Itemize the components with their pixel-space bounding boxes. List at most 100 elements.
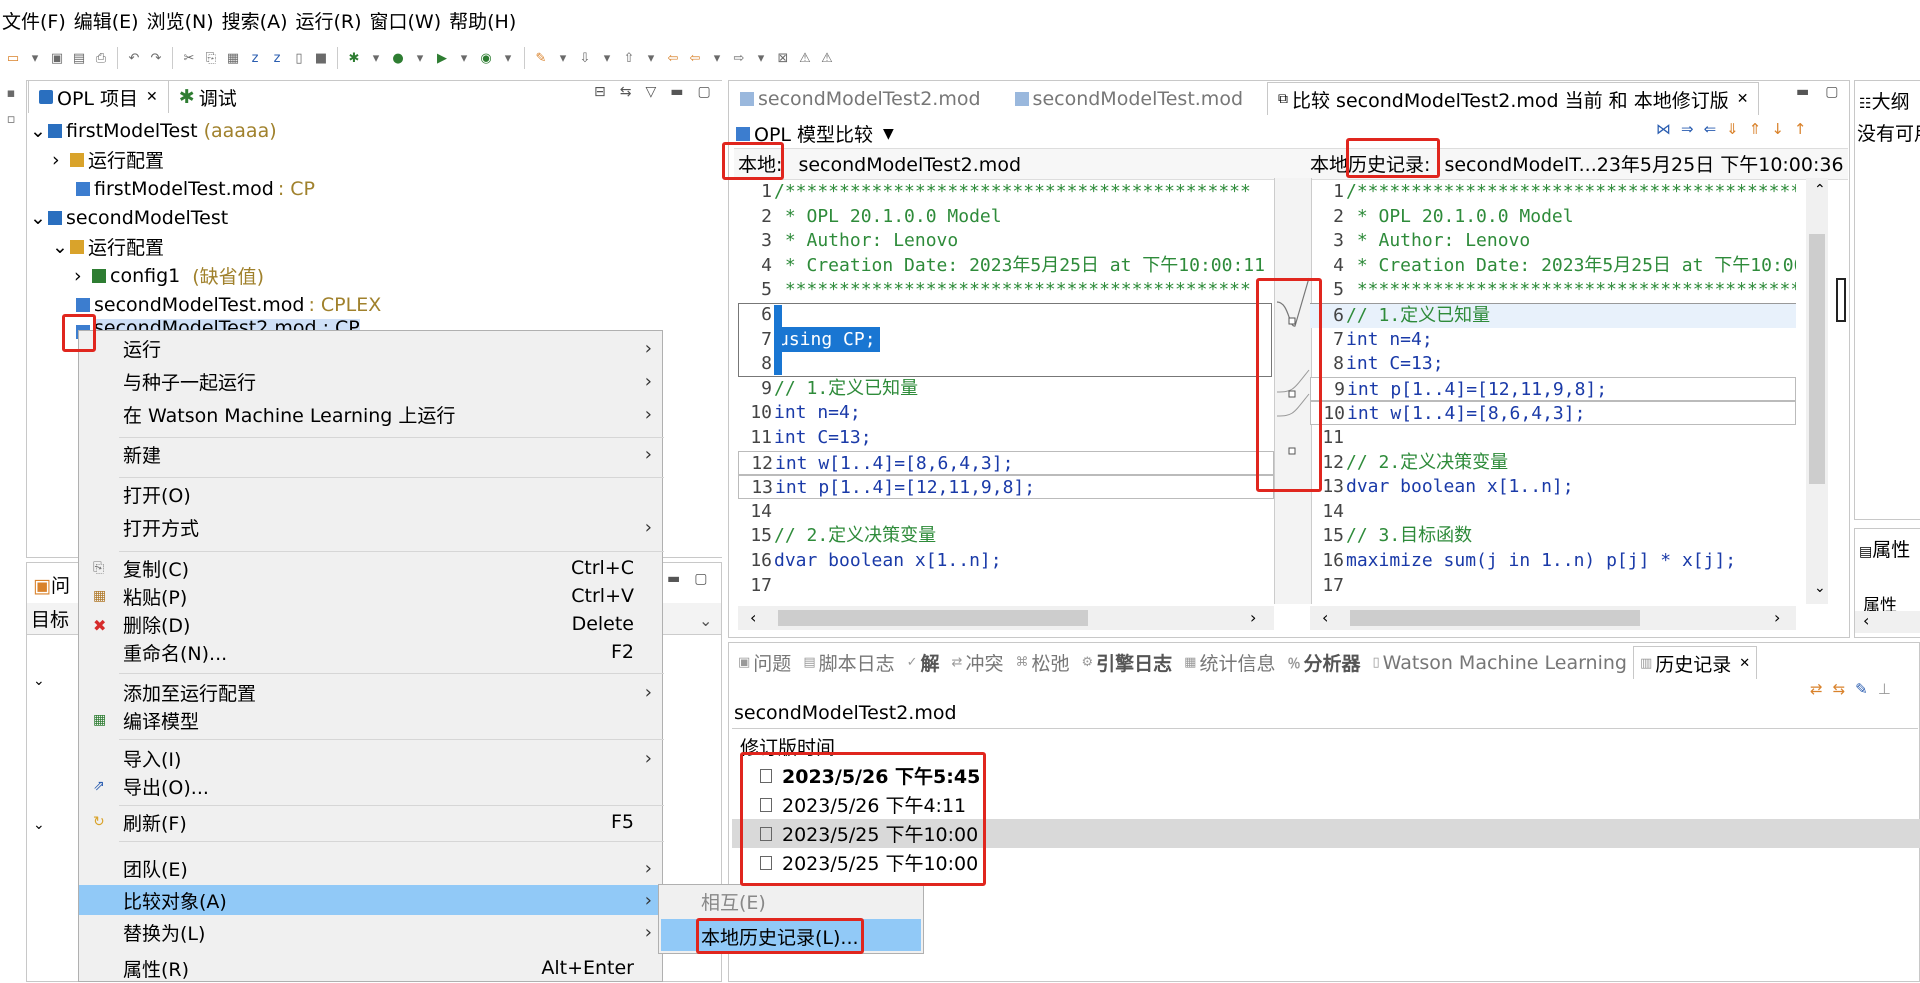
menu-item-new[interactable]: 新建 ›	[79, 439, 662, 469]
menu-item-run-seed[interactable]: 与种子一起运行 ›	[79, 366, 662, 396]
chevron-right-icon[interactable]: ›	[74, 265, 92, 287]
dropdown-icon[interactable]: ▾	[26, 49, 44, 67]
menu-item-run[interactable]: 运行 ›	[79, 333, 662, 363]
run-config-icon[interactable]: ▶	[433, 49, 451, 67]
tab-bottom-2[interactable]: ✓ 解	[901, 647, 946, 679]
menu-item-refresh[interactable]: ↻ 刷新(F) F5	[79, 807, 662, 837]
copy-all-right-icon[interactable]: ⇒	[1681, 120, 1694, 138]
menu-item-properties[interactable]: 属性(R) Alt+Enter	[79, 953, 662, 983]
menu-item-rename[interactable]: 重命名(N)... F2	[79, 637, 662, 667]
chevron-down-icon[interactable]: ⌄	[30, 207, 48, 229]
menu-item-compile[interactable]: ▦ 编译模型	[79, 705, 662, 735]
dropdown-icon[interactable]: ▾	[642, 49, 660, 67]
chevron-up-icon[interactable]: ⌃	[1814, 182, 1826, 198]
maximize-icon[interactable]: ▢	[697, 84, 710, 100]
cut-icon[interactable]: ✂	[180, 49, 198, 67]
print-icon[interactable]: ⎙	[92, 49, 110, 67]
maximize-icon[interactable]: ▢	[1825, 84, 1838, 100]
sort-za-icon[interactable]: z	[268, 49, 286, 67]
next-annotation-icon[interactable]: ⇩	[576, 49, 594, 67]
tree-project-second[interactable]: ⌄ secondModelTest	[30, 203, 720, 232]
tab-bottom-7[interactable]: ％分析器	[1281, 647, 1366, 679]
sort-az-icon[interactable]: z	[246, 49, 264, 67]
dropdown-icon[interactable]: ▼	[883, 126, 894, 142]
menu-search[interactable]: 搜索(A)	[222, 7, 288, 34]
close-icon[interactable]: ✕	[1739, 656, 1750, 671]
tab-bottom-0[interactable]: ▣ 问题	[732, 647, 797, 679]
last-edit-icon[interactable]: ⇦	[664, 49, 682, 67]
minimize-icon[interactable]: ▬	[1796, 84, 1809, 100]
vertical-scrollbar[interactable]: ⌃ ⌄	[1806, 178, 1828, 604]
next-diff-icon[interactable]: ⇓	[1726, 120, 1739, 138]
compare-mode-icon[interactable]: ✎	[1855, 680, 1868, 698]
collapse-all-icon[interactable]: ⊟	[594, 84, 606, 100]
block-icon[interactable]: ▯	[290, 49, 308, 67]
menu-item-open[interactable]: 打开(O)	[79, 479, 662, 509]
tree-run-config-first[interactable]: › 运行配置	[30, 145, 720, 174]
dropdown-icon[interactable]: ▾	[499, 49, 517, 67]
redo-icon[interactable]: ↷	[147, 49, 165, 67]
tree-config1[interactable]: › config1 (缺省值)	[30, 261, 720, 290]
tab-bottom-6[interactable]: ▦ 统计信息	[1178, 647, 1281, 679]
dropdown-icon[interactable]: ▾	[752, 49, 770, 67]
tool-icon[interactable]: ⚠	[796, 49, 814, 67]
chevron-down-icon[interactable]: ⌄	[699, 611, 712, 630]
menu-item-copy[interactable]: ⎘ 复制(C) Ctrl+C	[79, 553, 662, 583]
scrollbar-thumb[interactable]	[778, 610, 1088, 626]
menu-item-export[interactable]: ⇗ 导出(O)...	[79, 771, 662, 801]
menu-item-open-with[interactable]: 打开方式 ›	[79, 512, 662, 542]
prev-annotation-icon[interactable]: ⇧	[620, 49, 638, 67]
pin-editor-icon[interactable]: ⊠	[774, 49, 792, 67]
ignore-whitespace-icon[interactable]: ⋈	[1656, 120, 1671, 138]
chevron-down-icon[interactable]: ⌄	[33, 817, 45, 833]
tool2-icon[interactable]: ⚠	[818, 49, 836, 67]
right-code-pane[interactable]: 1/**************************************…	[1310, 178, 1796, 604]
tree-file-second[interactable]: secondModelTest.mod : CPLEX	[30, 290, 720, 319]
group-icon[interactable]: ⇆	[1833, 680, 1846, 698]
menu-edit[interactable]: 编辑(E)	[74, 7, 139, 34]
minimize-icon[interactable]: ▬	[670, 84, 683, 100]
dropdown-icon[interactable]: ▾	[708, 49, 726, 67]
dropdown-icon[interactable]: ▾	[367, 49, 385, 67]
chevron-left-icon[interactable]: ‹	[1322, 608, 1328, 627]
restore-icon[interactable]: ▪	[2, 84, 20, 102]
chevron-right-icon[interactable]: ›	[52, 149, 70, 171]
scrollbar-thumb[interactable]	[1809, 234, 1825, 484]
tab-bottom-3[interactable]: ⇄ 冲突	[946, 647, 1010, 679]
close-icon[interactable]: ✕	[146, 89, 158, 105]
link-editor-icon[interactable]: ⇆	[620, 84, 632, 100]
menu-window[interactable]: 窗口(W)	[370, 7, 442, 34]
external-tools-icon[interactable]: ◉	[477, 49, 495, 67]
menu-navigate[interactable]: 浏览(N)	[147, 7, 214, 34]
copy-icon[interactable]: ⎘	[202, 49, 220, 67]
tab-bottom-9[interactable]: ▥ 历史记录 ✕	[1632, 646, 1758, 679]
submenu-item-each-other[interactable]: 相互(E)	[701, 888, 766, 915]
back-icon[interactable]: ⇦	[686, 49, 704, 67]
menu-run[interactable]: 运行(R)	[295, 7, 361, 34]
tree-file-first[interactable]: firstModelTest.mod : CP	[30, 174, 720, 203]
new-icon[interactable]: ▭	[4, 49, 22, 67]
right-horizontal-scrollbar[interactable]: ‹ ›	[1310, 606, 1796, 630]
prev-change-icon[interactable]: ↑	[1794, 120, 1807, 138]
close-icon[interactable]: ✕	[1737, 91, 1749, 107]
scrollbar-thumb[interactable]	[1350, 610, 1640, 626]
menu-item-add-run-config[interactable]: 添加至运行配置 ›	[79, 677, 662, 707]
dropdown-icon[interactable]: ▾	[411, 49, 429, 67]
properties-scrollbar[interactable]: ‹	[1855, 611, 1920, 633]
dropdown-icon[interactable]: ▾	[554, 49, 572, 67]
menu-file[interactable]: 文件(F)	[2, 7, 66, 34]
chevron-left-icon[interactable]: ‹	[1863, 611, 1869, 630]
view-menu-icon[interactable]: ▽	[645, 84, 656, 100]
dropdown-icon[interactable]: ▾	[455, 49, 473, 67]
menu-item-import[interactable]: 导入(I) ›	[79, 743, 662, 773]
menu-item-run-watson[interactable]: 在 Watson Machine Learning 上运行 ›	[79, 399, 662, 429]
maximize-icon[interactable]: ▢	[694, 571, 707, 587]
undo-icon[interactable]: ↶	[125, 49, 143, 67]
tab-compare[interactable]: ⧉ 比较 secondModelTest2.mod 当前 和 本地修订版 ✕	[1267, 82, 1760, 115]
link-icon[interactable]: ⇄	[1810, 680, 1823, 698]
tree-project-first[interactable]: ⌄ firstModelTest (aaaaa)	[30, 116, 720, 145]
left-code-pane[interactable]: 1/**************************************…	[738, 178, 1274, 604]
chevron-down-icon[interactable]: ⌄	[30, 120, 48, 142]
menu-item-team[interactable]: 团队(E) ›	[79, 853, 662, 883]
save-icon[interactable]: ▣	[48, 49, 66, 67]
